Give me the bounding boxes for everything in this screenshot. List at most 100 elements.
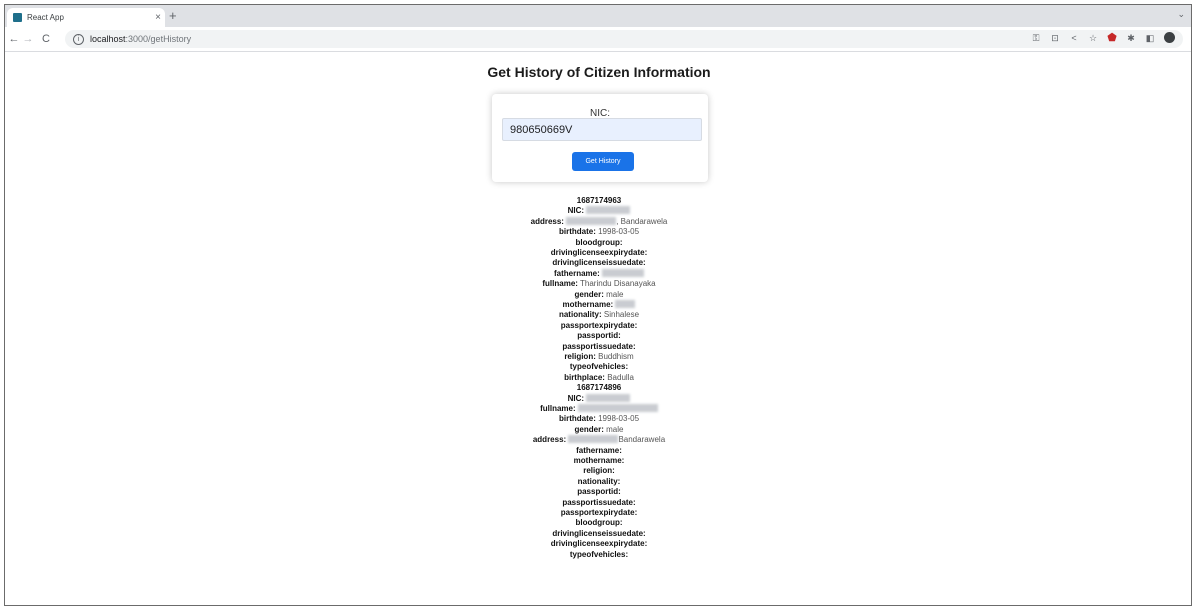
field-value: Tharindu Disanayaka	[580, 279, 656, 289]
field-label: religion:	[583, 466, 615, 476]
record-field: passportissuedate:	[5, 341, 1191, 352]
field-label: gender:	[574, 424, 604, 434]
field-label: drivinglicenseexpirydate:	[550, 248, 648, 257]
tab-title: React App	[27, 13, 64, 22]
record-field: nationality:	[5, 476, 1191, 487]
field-label: fathername:	[576, 445, 622, 455]
field-value: Buddhism	[598, 352, 634, 361]
record-field: drivinglicenseexpirydate:	[5, 539, 1191, 549]
field-label: drivinglicenseissuedate:	[552, 258, 646, 268]
nic-search-card: NIC: Get History	[492, 94, 708, 182]
field-label: drivinglicenseexpirydate:	[550, 539, 648, 549]
field-label: nationality:	[558, 310, 602, 320]
record-field: religion: Buddhism	[5, 352, 1191, 362]
record-field: typeofvehicles:	[5, 362, 1191, 372]
record-field: birthdate: 1998-03-05	[5, 414, 1191, 424]
record-field: religion:	[5, 466, 1191, 476]
field-label: bloodgroup:	[575, 518, 623, 528]
forward-icon[interactable]: →	[21, 33, 35, 45]
record-field: NIC:	[5, 206, 1191, 216]
record-field: nationality: Sinhalese	[5, 310, 1191, 320]
profile-avatar-icon[interactable]	[1164, 32, 1175, 43]
address-bar[interactable]: i localhost:3000/getHistory	[65, 30, 1183, 48]
field-label: NIC:	[567, 393, 585, 403]
record-field: gender: male	[5, 289, 1191, 300]
field-label: NIC:	[567, 206, 585, 216]
redacted-value	[577, 404, 658, 412]
field-label: nationality:	[577, 476, 621, 486]
extensions-puzzle-icon[interactable]: ✱	[1126, 33, 1136, 43]
record-field: drivinglicenseissuedate:	[5, 528, 1191, 539]
field-value: male	[606, 424, 624, 434]
record-field: passportid:	[5, 331, 1191, 341]
field-label: passportid:	[577, 331, 621, 341]
field-label: drivinglicenseissuedate:	[552, 528, 646, 538]
field-label: passportexpirydate:	[560, 320, 638, 330]
record-field: mothername:	[5, 300, 1191, 310]
key-icon[interactable]: ⚿	[1031, 33, 1041, 43]
browser-tab[interactable]: React App ×	[7, 8, 165, 27]
tab-search-icon[interactable]: ⌄	[1177, 9, 1185, 20]
field-label: mothername:	[562, 300, 614, 309]
field-label: fullname:	[540, 404, 576, 413]
field-label: passportid:	[577, 487, 621, 497]
redacted-value	[586, 393, 631, 402]
ublock-shield-icon[interactable]: ⬟	[1107, 32, 1117, 43]
site-info-icon[interactable]: i	[73, 33, 84, 45]
page-title: Get History of Citizen Information	[487, 64, 711, 80]
record-field: gender: male	[5, 424, 1191, 435]
redacted-value	[586, 206, 631, 215]
record-timestamp: 1687174896	[576, 383, 622, 393]
new-tab-icon[interactable]: +	[169, 8, 177, 23]
get-history-button[interactable]: Get History	[572, 152, 634, 171]
field-label: address:	[530, 216, 564, 226]
field-value: Sinhalese	[603, 310, 640, 320]
field-label: passportexpirydate:	[560, 508, 638, 517]
nic-input[interactable]	[502, 118, 702, 141]
record-field: address: , Bandarawela	[5, 216, 1191, 227]
tab-close-icon[interactable]: ×	[151, 12, 165, 23]
field-label: address:	[532, 435, 567, 445]
record-field: passportissuedate:	[5, 497, 1191, 508]
record-field: fathername:	[5, 268, 1191, 279]
field-label: typeofvehicles:	[569, 549, 629, 559]
record-field: mothername:	[5, 456, 1191, 466]
redacted-value	[568, 435, 619, 444]
side-panel-icon[interactable]: ◧	[1145, 33, 1155, 43]
install-icon[interactable]: ⊡	[1050, 33, 1060, 43]
toolbar-icons: ⚿ ⊡ < ☆ ⬟ ✱ ◧	[1031, 32, 1175, 43]
record-field: drivinglicenseexpirydate:	[5, 248, 1191, 258]
field-value: 1998-03-05	[598, 414, 640, 424]
field-label: typeofvehicles:	[569, 362, 629, 372]
redacted-value	[615, 300, 636, 308]
field-label: bloodgroup:	[575, 237, 623, 247]
field-label: religion:	[564, 352, 596, 361]
reload-icon[interactable]: C	[39, 33, 53, 45]
record-field: fullname: Tharindu Disanayaka	[5, 279, 1191, 289]
record-field: drivinglicenseissuedate:	[5, 258, 1191, 268]
field-label: birthdate:	[558, 414, 596, 424]
record-field: address: Bandarawela	[5, 435, 1191, 445]
field-label: passportissuedate:	[562, 341, 636, 351]
bookmark-star-icon[interactable]: ☆	[1088, 33, 1098, 43]
browser-toolbar: ← → C i localhost:3000/getHistory ⚿ ⊡ < …	[5, 27, 1191, 52]
record-field: bloodgroup:	[5, 237, 1191, 248]
field-value: 1998-03-05	[598, 227, 640, 237]
url-path: :3000/getHistory	[125, 34, 192, 44]
record-field: passportexpirydate:	[5, 320, 1191, 331]
url-text[interactable]: localhost:3000/getHistory	[90, 34, 191, 44]
field-label: gender:	[574, 289, 604, 299]
field-label: mothername:	[573, 456, 625, 465]
record-field: fathername:	[5, 445, 1191, 456]
browser-window: React App × + ⌄ ← → C i localhost:3000/g…	[4, 4, 1192, 606]
redacted-value	[602, 268, 645, 277]
url-host: localhost	[90, 34, 126, 44]
field-label: passportissuedate:	[562, 497, 636, 507]
field-label: birthdate:	[558, 227, 596, 237]
back-icon[interactable]: ←	[7, 33, 21, 45]
record-field: bloodgroup:	[5, 518, 1191, 528]
record-field: birthplace: Badulla	[5, 372, 1191, 383]
record-field: passportexpirydate:	[5, 508, 1191, 518]
field-label: birthplace:	[564, 372, 605, 382]
share-icon[interactable]: <	[1069, 33, 1079, 43]
